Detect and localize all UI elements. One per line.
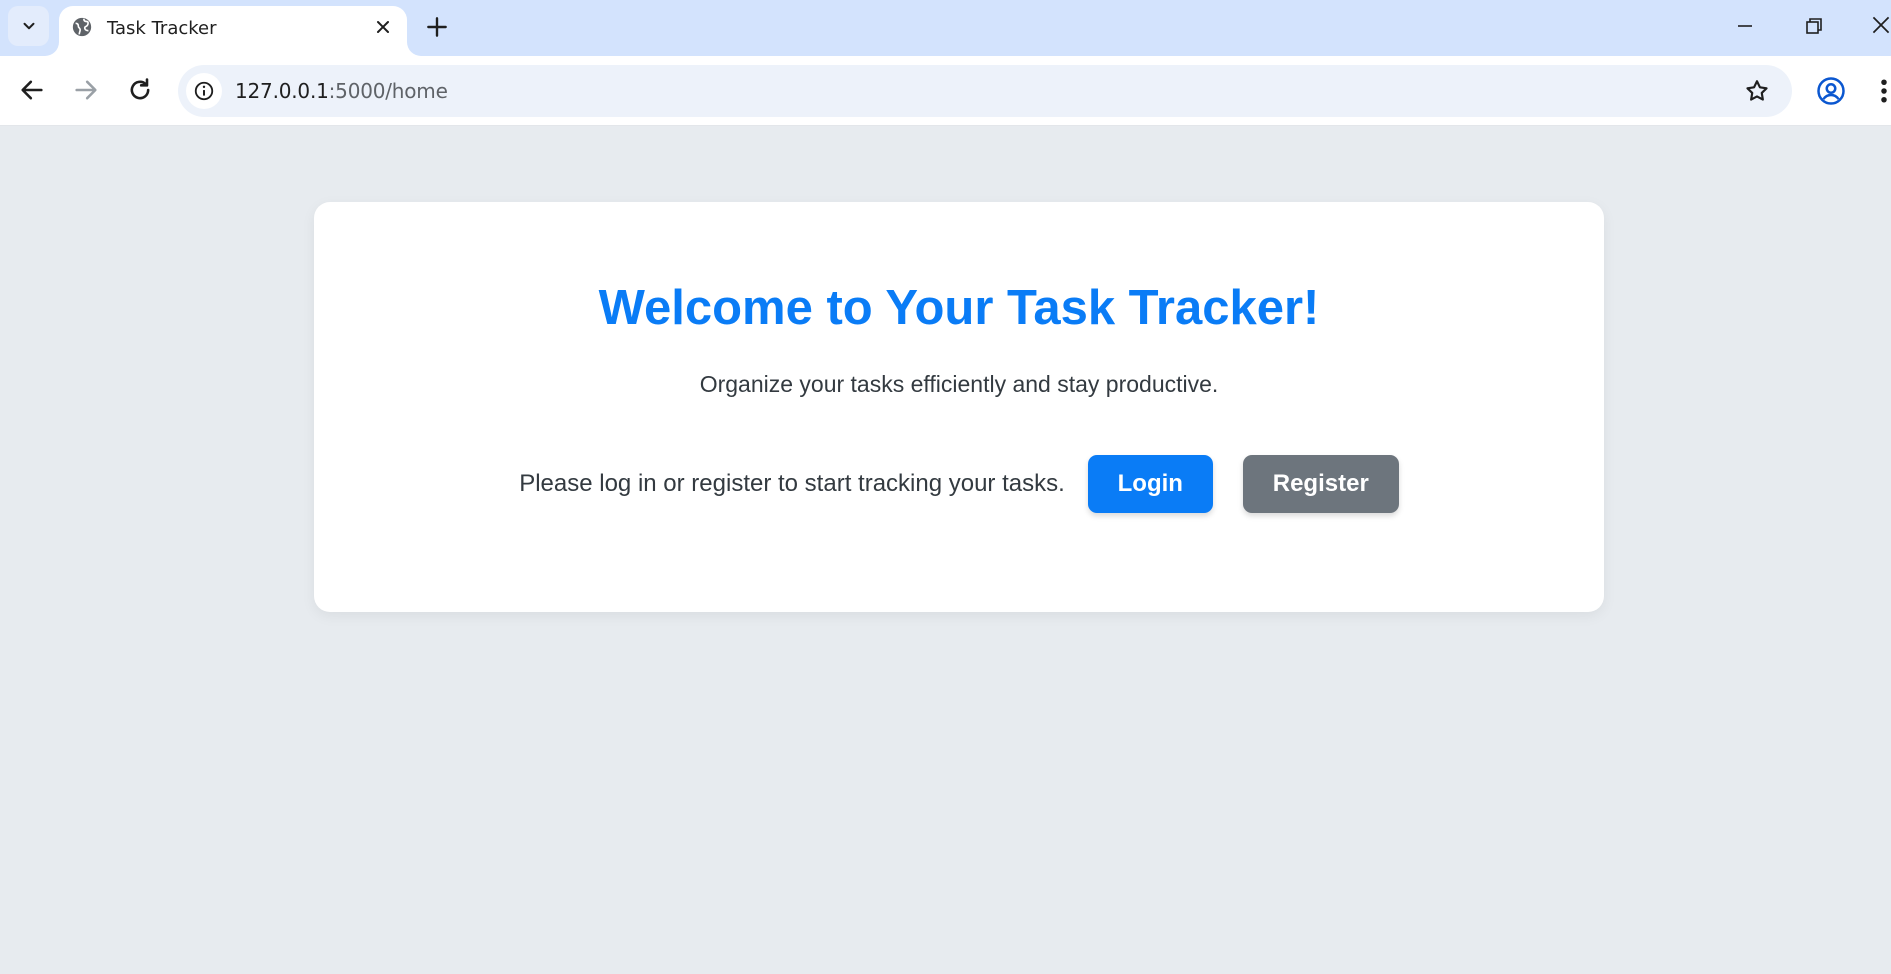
globe-icon [72,17,92,37]
more-vert-icon[interactable] [1874,76,1891,106]
close-icon[interactable] [373,17,393,37]
tab-search-button[interactable] [8,6,49,46]
page-title: Welcome to Your Task Tracker! [598,281,1320,335]
url-text[interactable]: 127.0.0.1:5000/home [235,79,448,103]
login-button[interactable]: Login [1087,455,1213,513]
restore-icon[interactable] [1802,14,1826,38]
chevron-down-icon [23,22,34,30]
minimize-icon[interactable] [1733,14,1757,38]
profile-icon[interactable] [1816,76,1846,106]
cta-text: Please log in or register to start track… [519,470,1065,497]
url-host: 127.0.0.1 [235,79,329,103]
welcome-card: Welcome to Your Task Tracker! Organize y… [314,202,1604,612]
reload-icon[interactable] [126,76,154,104]
url-path: :5000/home [328,79,448,103]
cta-row: Please log in or register to start track… [314,454,1604,514]
browser-tab[interactable]: Task Tracker [59,6,407,56]
address-bar[interactable]: 127.0.0.1:5000/home [178,65,1792,117]
tab-strip: Task Tracker [0,0,1891,56]
back-icon[interactable] [18,76,46,104]
register-button[interactable]: Register [1242,455,1399,513]
browser-toolbar: 127.0.0.1:5000/home [0,56,1891,126]
page-subtitle: Organize your tasks efficiently and stay… [699,371,1219,397]
site-info-button[interactable] [186,73,222,109]
star-icon[interactable] [1744,78,1770,104]
plus-icon[interactable] [424,14,450,40]
forward-icon[interactable] [72,76,100,104]
page-viewport: Welcome to Your Task Tracker! Organize y… [0,127,1891,974]
info-icon [194,81,214,101]
tab-title: Task Tracker [107,18,217,39]
window-close-icon[interactable] [1868,12,1891,38]
